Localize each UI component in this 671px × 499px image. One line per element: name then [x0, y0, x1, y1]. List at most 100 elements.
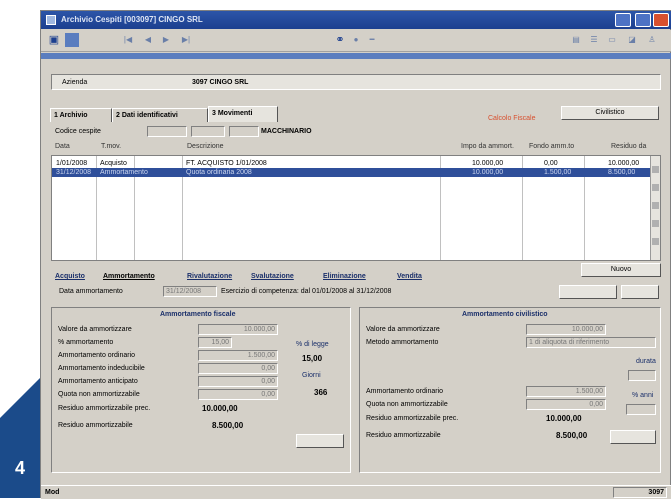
- table-row-selected[interactable]: 31/12/2008 Ammortamento Quota ordinaria …: [52, 168, 650, 177]
- secondary-action-button[interactable]: [621, 285, 659, 299]
- civ-residuo-prec-label: Residuo ammortizzabile prec.: [366, 415, 459, 422]
- header-strip: [41, 53, 671, 59]
- amm-indeducibile-field[interactable]: 0,00: [198, 363, 278, 374]
- perc-legge-value: 15,00: [302, 354, 323, 363]
- civ-valore-field[interactable]: 10.000,00: [526, 324, 606, 335]
- fiscale-action-button[interactable]: [296, 434, 344, 448]
- grid-icon[interactable]: [65, 33, 79, 47]
- list-icon[interactable]: ☰: [587, 33, 601, 47]
- close-icon[interactable]: [653, 13, 669, 27]
- codice-part3[interactable]: [229, 126, 259, 137]
- movimenti-grid[interactable]: 1/01/2008 Acquisto FT. ACQUISTO 1/01/200…: [51, 155, 661, 261]
- nuovo-button[interactable]: Nuovo: [581, 263, 661, 277]
- civ-valore-label: Valore da ammortizzare: [366, 326, 440, 333]
- last-record-icon[interactable]: ▶|: [179, 33, 193, 47]
- civ-quota-label: Quota non ammortizzabile: [366, 401, 448, 408]
- tab-archivio[interactable]: 1 Archivio: [50, 108, 112, 122]
- civ-quota-field[interactable]: 0,00: [526, 399, 606, 410]
- data-ammortamento-field[interactable]: 31/12/2008: [163, 286, 217, 297]
- col-header-tmov: T.mov.: [101, 143, 122, 150]
- status-bar: Mod 3097: [41, 485, 671, 499]
- amm-anticipato-field[interactable]: 0,00: [198, 376, 278, 387]
- subtab-svalutazione[interactable]: Svalutazione: [251, 273, 294, 280]
- window-title: Archivio Cespiti [003097] CINGO SRL: [61, 15, 203, 24]
- residuo-prec-value: 10.000,00: [202, 404, 238, 413]
- subtab-eliminazione[interactable]: Eliminazione: [323, 273, 366, 280]
- minimize-icon[interactable]: [615, 13, 631, 27]
- col-header-residuo: Residuo da: [611, 143, 647, 150]
- azienda-box: Azienda 3097 CINGO SRL: [51, 74, 661, 90]
- quota-label: Quota non ammortizzabile: [58, 391, 140, 398]
- data-ammortamento-label: Data ammortamento: [59, 288, 123, 295]
- civ-pct-label: % anni: [632, 392, 654, 399]
- subtab-rivalutazione[interactable]: Rivalutazione: [187, 273, 232, 280]
- link-icon[interactable]: ━: [365, 33, 379, 47]
- civilistico-panel: Ammortamento civilistico Valore da ammor…: [359, 307, 661, 473]
- civ-residuo-prec-value: 10.000,00: [546, 414, 582, 423]
- app-window: Archivio Cespiti [003097] CINGO SRL ▣ |◀…: [40, 10, 671, 499]
- toolbar: ▣ |◀ ◀ ▶ ▶| ⚭ ● ━ ▤ ☰ ▭ ◪ ♙: [41, 30, 671, 52]
- civilistico-action-button[interactable]: [610, 430, 656, 444]
- tab-dati-identificativi[interactable]: 2 Dati identificativi: [112, 108, 208, 122]
- codice-part2[interactable]: [191, 126, 225, 137]
- status-mode: Mod: [45, 489, 60, 496]
- civilistico-title: Ammortamento civilistico: [462, 311, 548, 318]
- subtab-ammortamento[interactable]: Ammortamento: [103, 273, 155, 280]
- maximize-icon[interactable]: [635, 13, 651, 27]
- amm-indeducibile-label: Ammortamento indeducibile: [58, 365, 145, 372]
- amm-anticipato-label: Ammortamento anticipato: [58, 378, 138, 385]
- civ-residuo-label: Residuo ammortizzabile: [366, 432, 441, 439]
- table-row[interactable]: 1/01/2008 Acquisto FT. ACQUISTO 1/01/200…: [52, 159, 650, 168]
- col-header-descrizione: Descrizione: [187, 143, 224, 150]
- metodo-select[interactable]: 1 di aliquota di riferimento: [526, 337, 656, 348]
- residuo-label: Residuo ammortizzabile: [58, 422, 133, 429]
- perc-label: % ammortamento: [58, 339, 114, 346]
- binoculars-icon[interactable]: ⚭: [333, 33, 347, 47]
- civilistico-button[interactable]: Civilistico: [561, 106, 659, 120]
- step-badge: 4: [0, 378, 40, 498]
- giorni-value: 366: [314, 388, 328, 397]
- ammortamento-action-button[interactable]: [559, 285, 617, 299]
- residuo-value: 8.500,00: [212, 421, 244, 430]
- export-icon[interactable]: ◪: [625, 33, 639, 47]
- print-icon[interactable]: ▤: [569, 33, 583, 47]
- codice-cespite-desc: MACCHINARIO: [261, 128, 312, 135]
- status-company-code: 3097: [613, 487, 667, 498]
- prev-record-icon[interactable]: ◀: [141, 33, 155, 47]
- col-header-data: Data: [55, 143, 70, 150]
- valore-label: Valore da ammortizzare: [58, 326, 132, 333]
- calc-icon[interactable]: ▭: [605, 33, 619, 47]
- first-record-icon[interactable]: |◀: [121, 33, 135, 47]
- subtab-vendita[interactable]: Vendita: [397, 273, 422, 280]
- title-bar: Archivio Cespiti [003097] CINGO SRL: [41, 11, 671, 29]
- codice-cespite-label: Codice cespite: [55, 128, 101, 135]
- col-header-fondo: Fondo amm.to: [529, 143, 575, 150]
- codice-part1[interactable]: [147, 126, 187, 137]
- filter-icon[interactable]: ●: [349, 33, 363, 47]
- civ-ord-field[interactable]: 1.500,00: [526, 386, 606, 397]
- fiscale-title: Ammortamento fiscale: [160, 311, 236, 318]
- fiscale-panel: Ammortamento fiscale Valore da ammortizz…: [51, 307, 351, 473]
- calcolo-fiscale-label: Calcolo Fiscale: [488, 115, 536, 122]
- civ-ord-label: Ammortamento ordinario: [366, 388, 444, 395]
- col-header-impo: Impo da ammort.: [461, 143, 514, 150]
- azienda-value: 3097 CINGO SRL: [192, 79, 249, 86]
- residuo-prec-label: Residuo ammortizzabile prec.: [58, 405, 151, 412]
- civ-pct-field[interactable]: [626, 404, 656, 415]
- durata-label: durata: [636, 358, 656, 365]
- civ-residuo-value: 8.500,00: [556, 431, 588, 440]
- subtab-acquisto[interactable]: Acquisto: [55, 273, 85, 280]
- perc-legge-label: % di legge: [296, 341, 329, 348]
- perc-field[interactable]: 15,00: [198, 337, 232, 348]
- save-icon[interactable]: ▣: [47, 33, 61, 47]
- giorni-label: Giorni: [302, 372, 321, 379]
- amm-ordinario-field[interactable]: 1.500,00: [198, 350, 278, 361]
- durata-field[interactable]: [628, 370, 656, 381]
- tab-movimenti[interactable]: 3 Movimenti: [208, 106, 278, 122]
- grid-scrollbar[interactable]: [650, 156, 660, 260]
- valore-field[interactable]: 10.000,00: [198, 324, 278, 335]
- user-icon[interactable]: ♙: [645, 33, 659, 47]
- esercizio-label: Esercizio di competenza: dal 01/01/2008 …: [221, 288, 392, 295]
- quota-field[interactable]: 0,00: [198, 389, 278, 400]
- next-record-icon[interactable]: ▶: [159, 33, 173, 47]
